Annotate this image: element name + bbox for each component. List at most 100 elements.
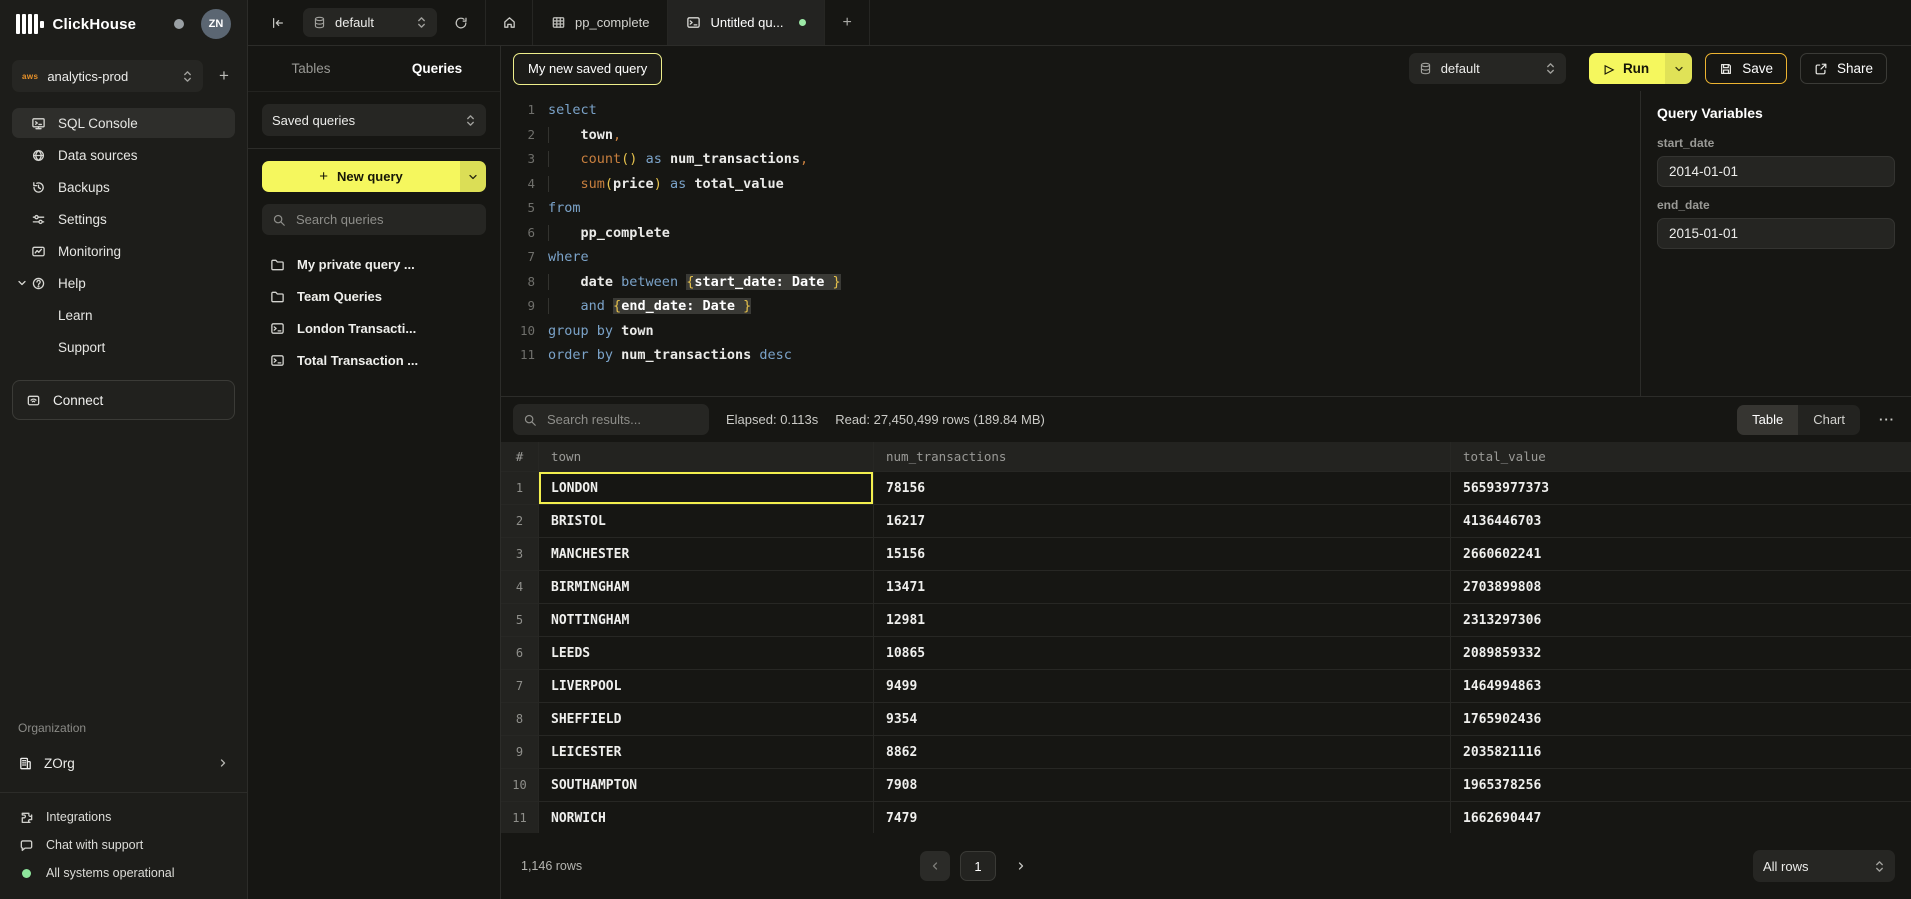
table-cell[interactable]: 1965378256: [1451, 769, 1911, 801]
table-cell[interactable]: 1765902436: [1451, 703, 1911, 735]
sidebar-item-support[interactable]: Support: [12, 332, 235, 362]
table-cell[interactable]: LEEDS: [539, 637, 874, 669]
table-cell[interactable]: LEICESTER: [539, 736, 874, 768]
new-query-menu-button[interactable]: [460, 161, 486, 192]
row-number-cell[interactable]: 7: [501, 670, 539, 702]
row-number-cell[interactable]: 4: [501, 571, 539, 603]
saved-query-my-private-query[interactable]: My private query ...: [262, 249, 486, 280]
tab-untitled-query[interactable]: Untitled qu...: [668, 0, 824, 45]
table-cell[interactable]: BIRMINGHAM: [539, 571, 874, 603]
saved-query-london-transacti[interactable]: London Transacti...: [262, 313, 486, 344]
table-cell[interactable]: 1662690447: [1451, 802, 1911, 833]
tab-tables[interactable]: Tables: [248, 61, 374, 76]
run-button[interactable]: ▷ Run: [1589, 53, 1665, 84]
table-cell[interactable]: NORWICH: [539, 802, 874, 833]
add-service-button[interactable]: +: [213, 66, 235, 86]
run-options-button[interactable]: [1665, 53, 1692, 84]
database-selector-toolbar[interactable]: default: [1409, 53, 1566, 84]
organization-switcher[interactable]: ZOrg: [12, 748, 235, 778]
sidebar-item-help[interactable]: Help: [12, 268, 235, 298]
footer-item-all-systems-operational[interactable]: All systems operational: [12, 859, 235, 887]
row-number-cell[interactable]: 8: [501, 703, 539, 735]
save-button[interactable]: Save: [1705, 53, 1787, 84]
collapse-sidebar-button[interactable]: [271, 16, 285, 30]
row-number-cell[interactable]: 10: [501, 769, 539, 801]
search-results-input[interactable]: [545, 411, 699, 428]
table-cell[interactable]: SHEFFIELD: [539, 703, 874, 735]
table-cell[interactable]: 12981: [874, 604, 1451, 636]
sidebar-item-learn[interactable]: Learn: [12, 300, 235, 330]
table-cell[interactable]: MANCHESTER: [539, 538, 874, 570]
table-cell[interactable]: LIVERPOOL: [539, 670, 874, 702]
next-page-button[interactable]: [1006, 851, 1036, 881]
table-cell[interactable]: 2035821116: [1451, 736, 1911, 768]
page-size-selector[interactable]: All rows: [1753, 850, 1895, 882]
connect-button[interactable]: Connect: [12, 380, 235, 420]
new-query-button[interactable]: + New query: [262, 161, 460, 192]
table-cell[interactable]: 7908: [874, 769, 1451, 801]
more-options-icon[interactable]: ···: [1877, 412, 1897, 427]
tab-queries[interactable]: Queries: [374, 61, 500, 76]
sql-editor[interactable]: 1select2 town,3 count() as num_transacti…: [501, 91, 1640, 396]
refresh-button[interactable]: [454, 16, 468, 30]
end-date-input[interactable]: [1657, 218, 1895, 249]
saved-query-total-transaction[interactable]: Total Transaction ...: [262, 345, 486, 376]
database-selector[interactable]: default: [303, 8, 437, 37]
table-cell[interactable]: 9499: [874, 670, 1451, 702]
start-date-input[interactable]: [1657, 156, 1895, 187]
sidebar-item-backups[interactable]: Backups: [12, 172, 235, 202]
table-cell[interactable]: 2089859332: [1451, 637, 1911, 669]
table-cell[interactable]: LONDON: [539, 472, 874, 504]
table-cell[interactable]: 9354: [874, 703, 1451, 735]
sidebar-item-data-sources[interactable]: Data sources: [12, 140, 235, 170]
table-cell[interactable]: 13471: [874, 571, 1451, 603]
table-cell[interactable]: 4136446703: [1451, 505, 1911, 537]
divider: [869, 0, 870, 45]
row-number-cell[interactable]: 9: [501, 736, 539, 768]
view-table-button[interactable]: Table: [1737, 405, 1798, 435]
sidebar-item-sql-console[interactable]: SQL Console: [12, 108, 235, 138]
row-number-cell[interactable]: 6: [501, 637, 539, 669]
service-selector[interactable]: aws analytics-prod: [12, 60, 203, 92]
share-button[interactable]: Share: [1800, 53, 1887, 84]
table-cell[interactable]: 2313297306: [1451, 604, 1911, 636]
new-tab-button[interactable]: +: [825, 14, 868, 32]
table-cell[interactable]: 2660602241: [1451, 538, 1911, 570]
previous-page-button[interactable]: [920, 851, 950, 881]
row-number-cell[interactable]: 5: [501, 604, 539, 636]
code-line: 2 town,: [501, 123, 1640, 148]
row-number-cell[interactable]: 1: [501, 472, 539, 504]
table-cell[interactable]: 8862: [874, 736, 1451, 768]
page-number-input[interactable]: [960, 851, 996, 881]
saved-query-team-queries[interactable]: Team Queries: [262, 281, 486, 312]
table-cell[interactable]: 10865: [874, 637, 1451, 669]
row-number-cell[interactable]: 11: [501, 802, 539, 833]
view-chart-button[interactable]: Chart: [1798, 405, 1860, 435]
search-queries-input[interactable]: [294, 211, 476, 228]
table-cell[interactable]: 2703899808: [1451, 571, 1911, 603]
table-cell[interactable]: 7479: [874, 802, 1451, 833]
column-header-num-transactions[interactable]: num_transactions: [874, 442, 1451, 471]
table-cell[interactable]: BRISTOL: [539, 505, 874, 537]
footer-item-chat-with-support[interactable]: Chat with support: [12, 831, 235, 859]
table-cell[interactable]: 16217: [874, 505, 1451, 537]
avatar[interactable]: ZN: [201, 9, 231, 39]
saved-queries-filter[interactable]: Saved queries: [262, 104, 486, 136]
column-header-town[interactable]: town: [539, 442, 874, 471]
table-cell[interactable]: 15156: [874, 538, 1451, 570]
home-tab[interactable]: [486, 15, 532, 30]
tab-pp-complete[interactable]: pp_complete: [533, 0, 667, 45]
saved-query-name-button[interactable]: My new saved query: [513, 53, 662, 85]
column-header-[interactable]: #: [501, 442, 539, 471]
table-cell[interactable]: 1464994863: [1451, 670, 1911, 702]
sidebar-item-settings[interactable]: Settings: [12, 204, 235, 234]
row-number-cell[interactable]: 3: [501, 538, 539, 570]
sidebar-item-monitoring[interactable]: Monitoring: [12, 236, 235, 266]
column-header-total-value[interactable]: total_value: [1451, 442, 1911, 471]
table-cell[interactable]: SOUTHAMPTON: [539, 769, 874, 801]
table-cell[interactable]: NOTTINGHAM: [539, 604, 874, 636]
row-number-cell[interactable]: 2: [501, 505, 539, 537]
table-cell[interactable]: 56593977373: [1451, 472, 1911, 504]
footer-item-integrations[interactable]: Integrations: [12, 803, 235, 831]
table-cell[interactable]: 78156: [874, 472, 1451, 504]
